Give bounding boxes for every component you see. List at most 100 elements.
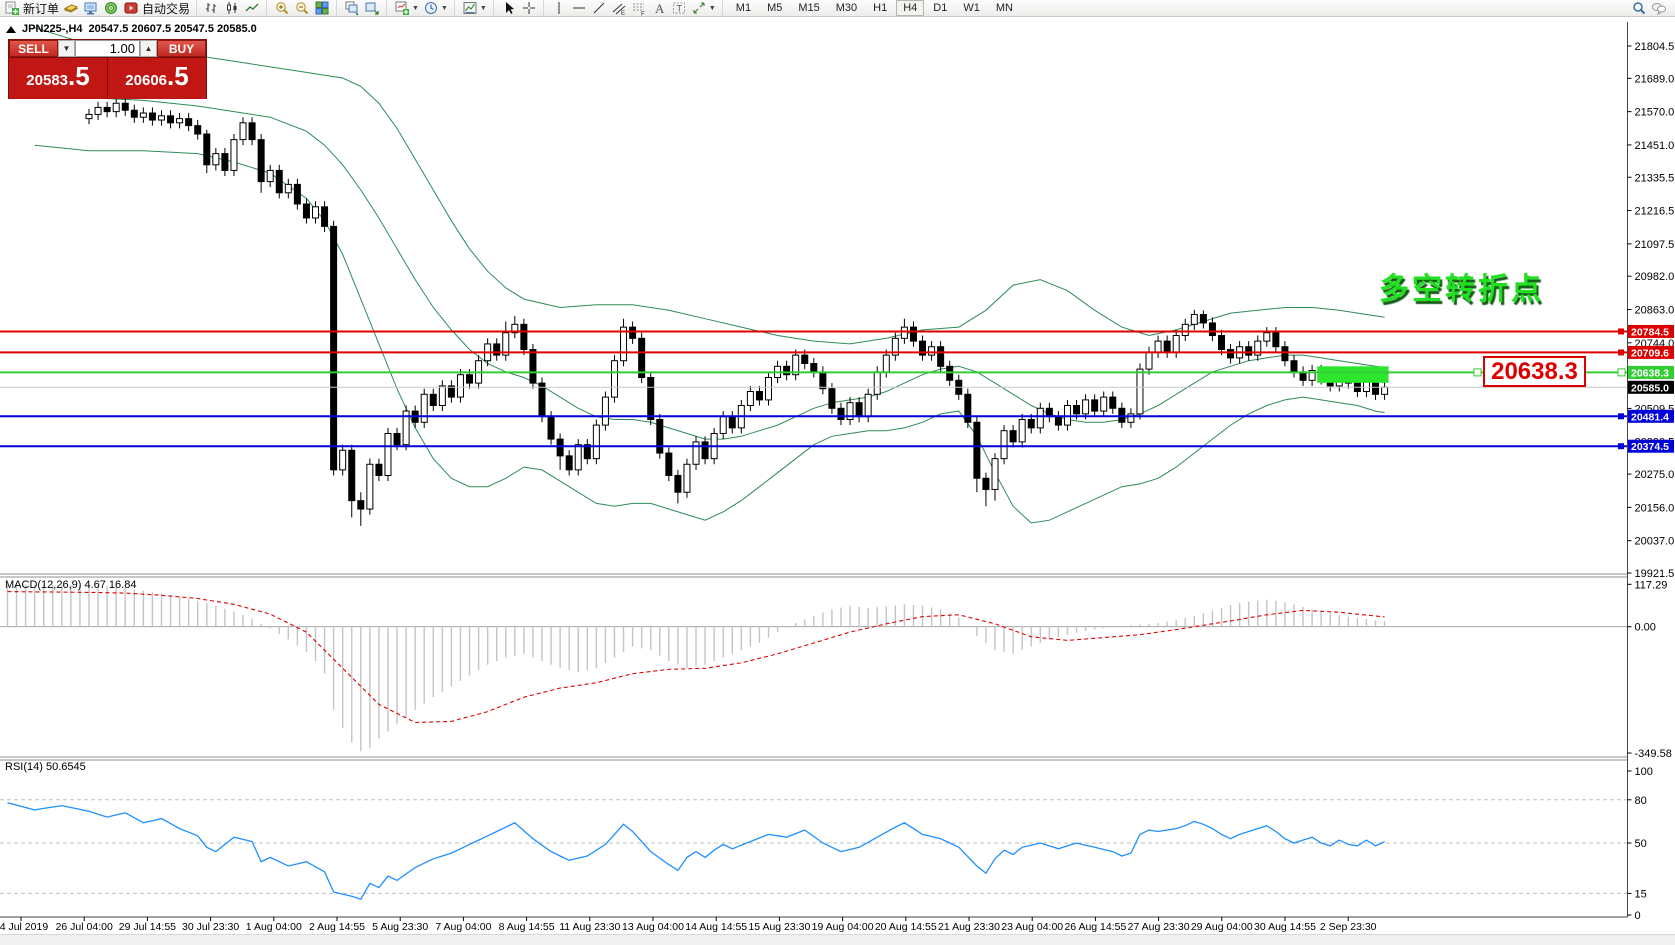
cascade-windows-icon xyxy=(344,0,360,16)
zoom-in-icon xyxy=(274,0,290,16)
equidistant-channel-button[interactable]: E xyxy=(609,0,629,16)
horizontal-line-icon xyxy=(571,0,587,16)
toolbar-group-cursor xyxy=(492,0,539,17)
candlestick-chart-button[interactable] xyxy=(222,0,242,16)
fibonacci-button[interactable]: F xyxy=(629,0,649,16)
cascade-windows-button[interactable] xyxy=(342,0,362,16)
line-chart-icon xyxy=(244,0,260,16)
macd-axis-label: 117.29 xyxy=(1635,579,1668,591)
arrange-windows-icon xyxy=(364,0,380,16)
price-badge: 20709.6 xyxy=(1631,347,1669,359)
candlestick-icon xyxy=(224,0,240,16)
price-badge: 20481.4 xyxy=(1631,411,1669,423)
time-axis-label: 8 Aug 14:55 xyxy=(499,921,555,933)
time-axis-label: 26 Jul 04:00 xyxy=(56,921,113,933)
price-axis-label: 20037.0 xyxy=(1635,536,1675,548)
timeframe-w1[interactable]: W1 xyxy=(956,0,987,16)
turning-point-annotation[interactable]: 多空转折点 xyxy=(1379,264,1544,308)
toolbar-group-objects: E F A T ▼ xyxy=(542,0,718,17)
zoom-out-button[interactable] xyxy=(292,0,312,16)
timeframe-h1[interactable]: H1 xyxy=(866,0,894,16)
cursor-button[interactable] xyxy=(499,0,519,16)
zoom-in-button[interactable] xyxy=(272,0,292,16)
tile-windows-button[interactable] xyxy=(312,0,332,16)
timeframe-h4[interactable]: H4 xyxy=(896,0,925,16)
ohlc-values: 20547.5 20607.5 20547.5 20585.0 xyxy=(88,23,257,35)
shapes-icon xyxy=(691,0,707,16)
line-chart-button[interactable] xyxy=(242,0,262,16)
time-axis-label: 11 Aug 23:30 xyxy=(559,921,620,933)
time-axis-label: 19 Aug 04:00 xyxy=(812,921,874,933)
volume-increase-button[interactable]: ▲ xyxy=(140,40,157,57)
timeframe-d1[interactable]: D1 xyxy=(926,0,954,16)
trendline-button[interactable] xyxy=(589,0,609,16)
toolbar-right xyxy=(1629,0,1675,16)
new-chart-button[interactable]: ▼ xyxy=(392,0,421,16)
vertical-line-button[interactable] xyxy=(549,0,569,16)
search-button[interactable] xyxy=(1629,0,1649,16)
time-axis-label: 27 Aug 23:30 xyxy=(1128,921,1190,933)
timeframe-m1[interactable]: M1 xyxy=(729,0,758,16)
tile-windows-icon xyxy=(314,0,330,16)
chart-canvas[interactable]: 21804.5 21689.0 21570.0 21451.0 21335.5 21216… xyxy=(0,0,1675,945)
sell-button[interactable]: SELL xyxy=(9,40,58,57)
level-line-20481.4[interactable] xyxy=(0,413,1628,420)
chat-button[interactable] xyxy=(1649,0,1669,16)
price-axis-label: 20275.0 xyxy=(1635,469,1675,481)
price-callout-box[interactable]: 20638.3 xyxy=(1483,356,1586,387)
price-axis-label: 20156.0 xyxy=(1635,502,1675,514)
templates-button[interactable]: ▼ xyxy=(460,0,489,16)
arrange-windows-button[interactable] xyxy=(362,0,382,16)
mt4-window: 21804.5 21689.0 21570.0 21451.0 21335.5 21216… xyxy=(0,0,1675,945)
bollinger-bands xyxy=(34,27,1385,524)
crosshair-button[interactable] xyxy=(519,0,539,16)
text-button[interactable]: A xyxy=(649,0,669,16)
timeframe-mn[interactable]: MN xyxy=(989,0,1020,16)
level-line-20709.6[interactable] xyxy=(0,349,1628,356)
time-axis-label: 26 Aug 14:55 xyxy=(1064,921,1126,933)
crosshair-icon xyxy=(521,0,537,16)
highlight-rectangle[interactable] xyxy=(1317,366,1389,383)
price-badge: 20638.3 xyxy=(1631,367,1669,379)
timeframe-m15[interactable]: M15 xyxy=(791,0,826,16)
price-axis-label: 20982.0 xyxy=(1635,271,1675,283)
bar-chart-button[interactable] xyxy=(202,0,222,16)
level-line-20374.5[interactable] xyxy=(0,443,1628,450)
navigator-button[interactable] xyxy=(81,0,101,16)
rsi-axis-label: 80 xyxy=(1635,795,1647,807)
chevron-down-icon: ▼ xyxy=(708,4,716,12)
horizontal-line-button[interactable] xyxy=(569,0,589,16)
level-line-20784.5[interactable] xyxy=(0,328,1628,335)
profiles-button[interactable]: ▼ xyxy=(421,0,450,16)
timeframe-m5[interactable]: M5 xyxy=(760,0,789,16)
panel-separators[interactable] xyxy=(0,573,1675,761)
vertical-line-icon xyxy=(551,0,567,16)
strategy-tester-button[interactable] xyxy=(101,0,121,16)
volume-decrease-button[interactable]: ▼ xyxy=(58,40,75,57)
new-order-button[interactable]: 新订单 xyxy=(2,0,61,16)
one-click-collapse-icon[interactable] xyxy=(6,25,16,33)
text-icon: A xyxy=(651,0,667,16)
rsi-gridlines xyxy=(0,799,1628,894)
timeframe-m30[interactable]: M30 xyxy=(829,0,864,16)
text-label-button[interactable]: T xyxy=(669,0,689,16)
symbol-timeframe: JPN225-,H4 xyxy=(22,23,83,35)
market-watch-button[interactable] xyxy=(61,0,81,16)
time-axis-label: 29 Aug 04:00 xyxy=(1191,921,1253,933)
buy-button[interactable]: BUY xyxy=(157,40,206,57)
autotrade-button[interactable]: 自动交易 xyxy=(121,0,192,16)
market-watch-icon xyxy=(63,0,79,16)
price-axis-label: 21689.0 xyxy=(1635,73,1675,85)
shapes-button[interactable]: ▼ xyxy=(689,0,718,16)
price-badge: 20784.5 xyxy=(1631,326,1669,338)
time-axis-label: 13 Aug 04:00 xyxy=(622,921,684,933)
macd-indicator-label: MACD(12,26,9) 4.67 16.84 xyxy=(5,579,137,591)
rsi-axis-label: 0 xyxy=(1635,910,1641,922)
price-badge: 20585.0 xyxy=(1631,382,1669,394)
svg-text:E: E xyxy=(621,11,625,16)
price-axis-label: 20863.0 xyxy=(1635,304,1675,316)
price-axis-label: 19921.5 xyxy=(1635,568,1675,580)
volume-input[interactable] xyxy=(75,40,140,57)
sell-price[interactable]: 20583 .5 xyxy=(9,58,107,99)
buy-price[interactable]: 20606 .5 xyxy=(108,58,206,99)
